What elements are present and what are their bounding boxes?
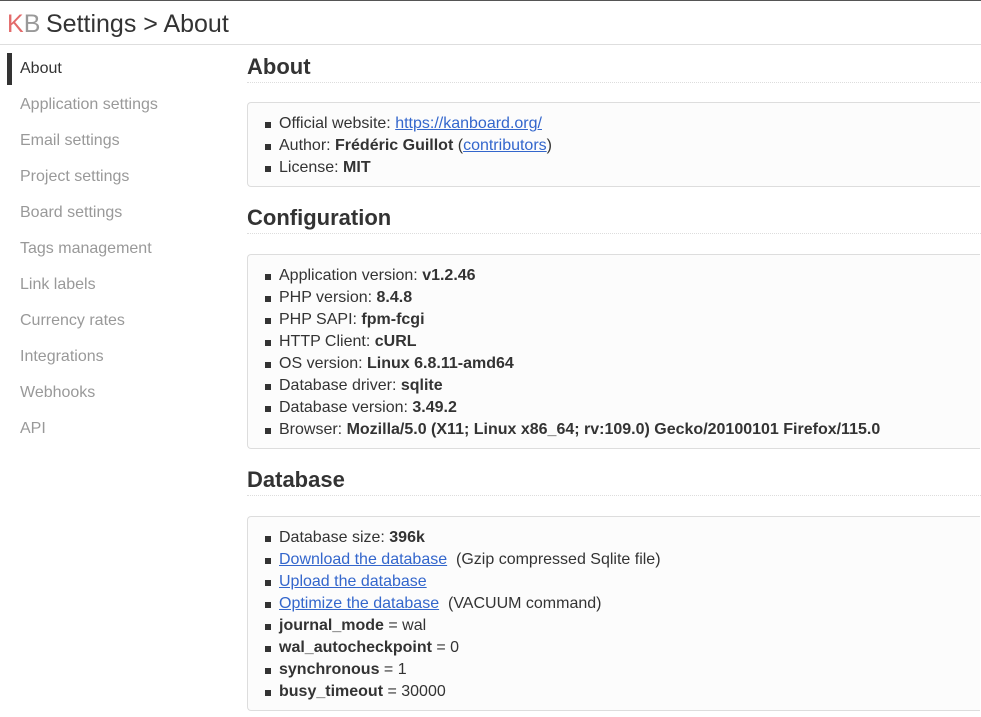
list-item: PHP version: 8.4.8 [248,287,980,309]
sidebar-item-application-settings[interactable]: Application settings [0,87,230,123]
pragma-key: journal_mode [279,617,384,634]
sidebar-item-webhooks[interactable]: Webhooks [0,375,230,411]
list-item: wal_autocheckpoint = 0 [248,637,980,659]
database-version-value: 3.49.2 [412,399,457,416]
pragma-value: = wal [383,617,427,634]
config-label: HTTP Client: [279,333,375,350]
contributors-link[interactable]: contributors [463,137,547,154]
configuration-panel: Application version: v1.2.46 PHP version… [247,254,980,449]
list-item: Author: Frédéric Guillot (contributors) [248,135,980,157]
list-item: License: MIT [248,157,980,179]
config-label: Database driver: [279,377,401,394]
database-size-label: Database size: [279,529,390,546]
list-item: Application version: v1.2.46 [248,265,980,287]
browser-value: Mozilla/5.0 (X11; Linux x86_64; rv:109.0… [346,421,881,438]
php-sapi-value: fpm-fcgi [361,311,425,328]
license-value: MIT [343,159,371,176]
list-item: busy_timeout = 30000 [248,681,980,703]
list-item: Database version: 3.49.2 [248,397,980,419]
settings-sidebar: About Application settings Email setting… [0,51,230,447]
sidebar-item-api[interactable]: API [0,411,230,447]
list-item: Download the database (Gzip compressed S… [248,549,980,571]
page-header: KB Settings > About [0,1,981,45]
php-version-value: 8.4.8 [376,289,413,306]
list-item: PHP SAPI: fpm-fcgi [248,309,980,331]
list-item: Database size: 396k [248,527,980,549]
pragma-key: synchronous [279,661,380,678]
database-size-value: 396k [389,529,425,546]
download-database-link[interactable]: Download the database [279,551,447,568]
kanboard-logo[interactable]: KB [7,10,40,38]
sidebar-item-about[interactable]: About [0,51,230,87]
sidebar-item-project-settings[interactable]: Project settings [0,159,230,195]
sidebar-item-currency-rates[interactable]: Currency rates [0,303,230,339]
config-label: Application version: [279,267,423,284]
database-heading: Database [247,459,981,496]
optimize-note: (VACUUM command) [447,595,602,612]
list-item: Upload the database [248,571,980,593]
logo-letter-b: B [23,10,41,38]
pragma-value: = 30000 [383,683,446,700]
database-panel: Database size: 396k Download the databas… [247,516,980,711]
sidebar-item-board-settings[interactable]: Board settings [0,195,230,231]
database-driver-value: sqlite [400,377,443,394]
os-version-value: Linux 6.8.11-amd64 [367,355,514,372]
page-title: Settings > About [46,10,229,38]
author-label: Author: [279,137,336,154]
list-item: Database driver: sqlite [248,375,980,397]
paren-close: ) [546,137,552,154]
config-label: Database version: [279,399,413,416]
paren-open: ( [453,137,464,154]
sidebar-item-link-labels[interactable]: Link labels [0,267,230,303]
application-version-value: v1.2.46 [422,267,476,284]
list-item: OS version: Linux 6.8.11-amd64 [248,353,980,375]
pragma-key: wal_autocheckpoint [279,639,432,656]
list-item: Browser: Mozilla/5.0 (X11; Linux x86_64;… [248,419,980,441]
http-client-value: cURL [374,333,417,350]
sidebar-item-tags-management[interactable]: Tags management [0,231,230,267]
configuration-heading: Configuration [247,197,981,234]
author-name: Frédéric Guillot [335,137,454,154]
logo-letter-k: K [7,10,24,38]
config-label: PHP version: [279,289,377,306]
config-label: PHP SAPI: [279,311,362,328]
list-item: synchronous = 1 [248,659,980,681]
download-note: (Gzip compressed Sqlite file) [456,551,661,568]
list-item: Official website: https://kanboard.org/ [248,113,980,135]
list-item: Optimize the database (VACUUM command) [248,593,980,615]
config-label: OS version: [279,355,368,372]
license-label: License: [279,159,344,176]
list-item: journal_mode = wal [248,615,980,637]
list-item: HTTP Client: cURL [248,331,980,353]
about-heading: About [247,46,981,83]
pragma-value: = 1 [379,661,407,678]
upload-database-link[interactable]: Upload the database [279,573,427,590]
pragma-value: = 0 [431,639,460,656]
official-website-link[interactable]: https://kanboard.org/ [395,115,542,132]
optimize-database-link[interactable]: Optimize the database [279,595,439,612]
website-label: Official website: [279,115,396,132]
sidebar-item-integrations[interactable]: Integrations [0,339,230,375]
about-panel: Official website: https://kanboard.org/ … [247,102,980,187]
config-label: Browser: [279,421,347,438]
sidebar-item-email-settings[interactable]: Email settings [0,123,230,159]
pragma-key: busy_timeout [279,683,384,700]
